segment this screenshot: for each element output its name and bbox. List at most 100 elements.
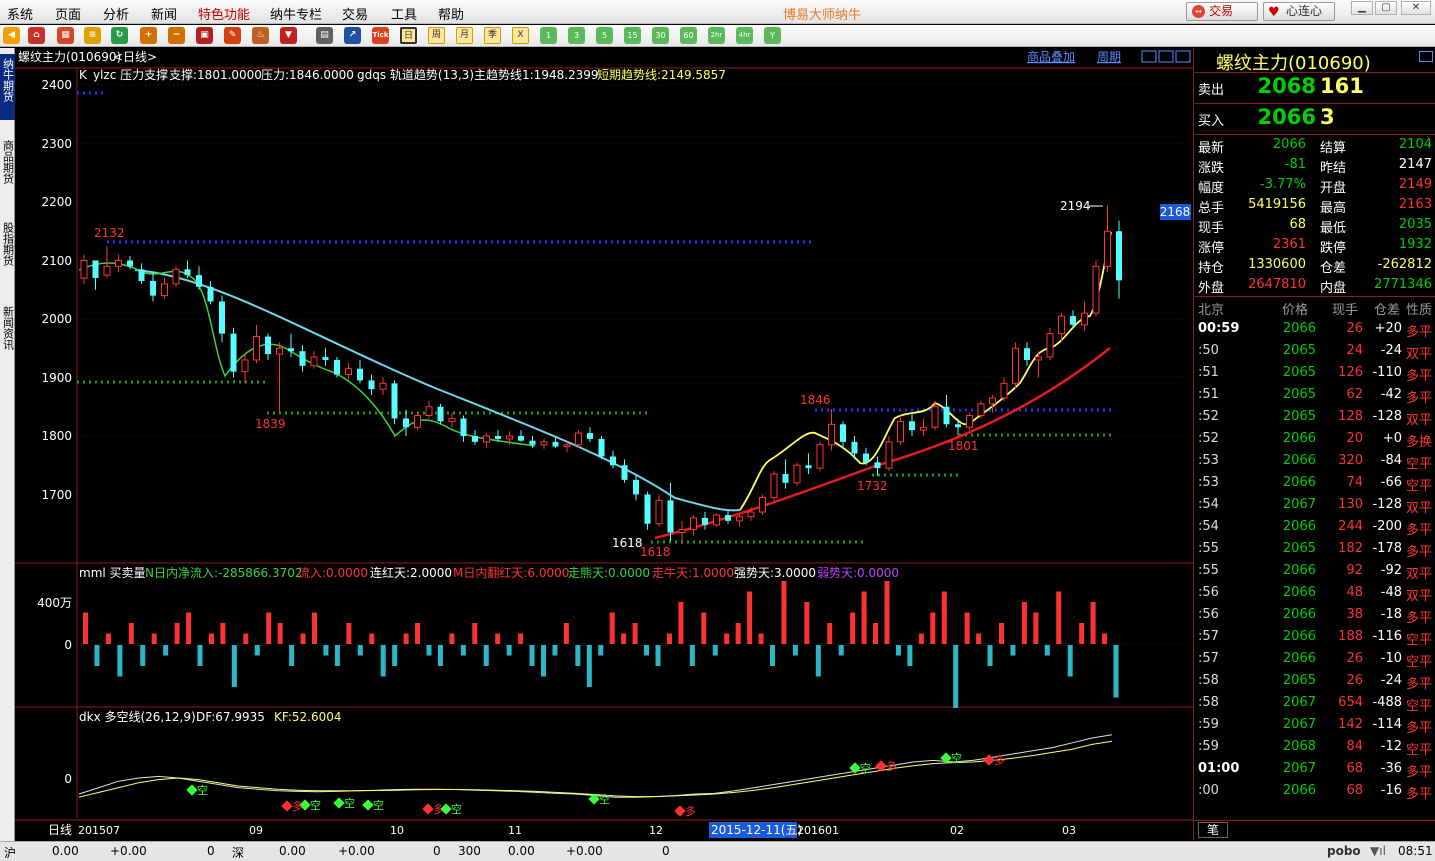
trade-button[interactable]: ↔ 交易 bbox=[1186, 2, 1258, 21]
menu-help[interactable]: 帮助 bbox=[438, 4, 464, 23]
home-icon[interactable]: ⌂ bbox=[28, 27, 45, 44]
filter-icon[interactable]: ▼ bbox=[280, 27, 297, 44]
candle-body bbox=[563, 444, 571, 448]
tick-oi: -48 bbox=[1380, 585, 1402, 600]
tick-volume: 128 bbox=[1338, 409, 1363, 424]
min30-icon[interactable]: 30 bbox=[652, 27, 669, 44]
table-icon[interactable]: ▤ bbox=[316, 27, 333, 44]
volume-bar bbox=[518, 633, 524, 644]
tick-oi: -114 bbox=[1372, 717, 1402, 732]
tick-oi: -128 bbox=[1372, 497, 1402, 512]
tick-time: :52 bbox=[1198, 431, 1219, 446]
tick-icon[interactable]: Tick bbox=[372, 27, 389, 44]
min3-icon[interactable]: 3 bbox=[568, 27, 585, 44]
volume-bar bbox=[930, 612, 936, 644]
menu-trade[interactable]: 交易 bbox=[342, 4, 368, 23]
candle-body bbox=[989, 397, 996, 405]
chart-area[interactable]: 螺纹主力(010690) <日线> 商品叠加 周期 K ylzc 压力支撑 支撑… bbox=[15, 48, 1193, 840]
candle-body bbox=[379, 382, 387, 390]
calendar-icon[interactable]: ▦ bbox=[57, 27, 74, 44]
candle-body bbox=[506, 435, 513, 440]
tick-row: :51 2065 126 -110 多平 bbox=[1194, 362, 1435, 384]
period-month-icon[interactable]: 月 bbox=[456, 27, 473, 44]
volume-bar bbox=[804, 602, 810, 644]
overlay-commodity-button[interactable]: 商品叠加 bbox=[1027, 49, 1075, 64]
chart-svg[interactable]: 螺纹主力(010690) <日线> 商品叠加 周期 K ylzc 压力支撑 支撑… bbox=[15, 48, 1193, 840]
stamp-icon[interactable]: ♨ bbox=[252, 27, 269, 44]
volume-bar bbox=[472, 623, 478, 644]
connect-button[interactable]: ♥ 心连心 bbox=[1263, 2, 1335, 21]
volume-bar bbox=[506, 645, 512, 656]
sidebar-tab-commodity-futures[interactable]: 商品期货 bbox=[0, 134, 15, 200]
sidebar-tab-naniu-futures[interactable]: 纳牛期货 bbox=[0, 54, 15, 120]
menu-tools[interactable]: 工具 bbox=[391, 4, 417, 23]
tick-oi: -488 bbox=[1372, 695, 1402, 710]
sz-value4: 300 bbox=[458, 844, 481, 858]
menu-page[interactable]: 页面 bbox=[55, 4, 81, 23]
candle-body bbox=[909, 421, 915, 431]
expand-left-icon[interactable] bbox=[1141, 50, 1157, 63]
volume-bar bbox=[1033, 612, 1039, 644]
volume-bar bbox=[941, 591, 947, 644]
dkx-signal-label: 空 bbox=[373, 798, 384, 812]
vol-legend-zouniu: 走牛天:1.0000 bbox=[652, 565, 734, 580]
candle-body bbox=[403, 418, 409, 428]
min15-icon[interactable]: 15 bbox=[624, 27, 641, 44]
window-icon[interactable]: ▣ bbox=[196, 27, 213, 44]
tick-oi: -116 bbox=[1372, 629, 1402, 644]
volume-bar bbox=[403, 633, 409, 644]
y-tick-2300: 2300 bbox=[41, 137, 72, 151]
min1-icon[interactable]: 1 bbox=[540, 27, 557, 44]
candle-body bbox=[1081, 312, 1088, 326]
trade-button-label: 交易 bbox=[1209, 4, 1234, 18]
draw-pen-icon[interactable]: ✎ bbox=[224, 27, 241, 44]
period-day-icon[interactable]: 日 bbox=[400, 27, 417, 44]
stat-value: 5419156 bbox=[1248, 197, 1306, 212]
dkx-signal-label: 空 bbox=[310, 798, 321, 812]
period-multi-icon[interactable]: X bbox=[512, 27, 529, 44]
menu-special-features[interactable]: 特色功能 bbox=[198, 4, 250, 23]
sidebar-tab-index-futures[interactable]: 股指期货 bbox=[0, 216, 15, 282]
volume-bar bbox=[1056, 591, 1062, 644]
candle-body bbox=[357, 368, 363, 381]
fullscreen-icon[interactable] bbox=[1175, 50, 1191, 63]
menu-naniu-column[interactable]: 纳牛专栏 bbox=[270, 4, 322, 23]
close-button[interactable]: ✕ bbox=[1401, 1, 1431, 15]
period-week-icon[interactable]: 周 bbox=[428, 27, 445, 44]
dkx-signal-label: 多 bbox=[994, 753, 1005, 767]
refresh-icon[interactable]: ↻ bbox=[111, 27, 128, 44]
tick-type: 双平 bbox=[1406, 501, 1433, 516]
period-quarter-icon[interactable]: 季 bbox=[484, 27, 501, 44]
list-icon[interactable]: ≡ bbox=[84, 27, 101, 44]
volume-bar bbox=[678, 602, 684, 644]
min5-icon[interactable]: 5 bbox=[596, 27, 613, 44]
menu-system[interactable]: 系统 bbox=[7, 4, 33, 23]
zoom-in-icon[interactable]: + bbox=[140, 27, 157, 44]
tick-bottom-tab[interactable]: 笔 bbox=[1198, 822, 1228, 838]
candle-body bbox=[103, 265, 111, 276]
stat-label: 涨停 bbox=[1198, 241, 1225, 256]
tick-price: 2066 bbox=[1282, 453, 1316, 468]
buy-volume: 3 bbox=[1320, 105, 1335, 129]
minimize-button[interactable]: ▁ bbox=[1351, 1, 1373, 15]
tick-type: 双平 bbox=[1406, 589, 1433, 604]
chart-line-icon[interactable]: ↗ bbox=[344, 27, 361, 44]
zoom-out-icon[interactable]: − bbox=[168, 27, 185, 44]
menu-news[interactable]: 新闻 bbox=[151, 4, 177, 23]
candle-body bbox=[1058, 315, 1065, 335]
hour2-icon[interactable]: 2hr bbox=[708, 27, 725, 44]
maximize-button[interactable]: ▢ bbox=[1375, 1, 1397, 15]
hour4-icon[interactable]: 4hr bbox=[736, 27, 753, 44]
volume-bar bbox=[437, 645, 443, 666]
instrument-title: 螺纹主力(010690) bbox=[18, 50, 121, 64]
year-icon[interactable]: Y bbox=[764, 27, 781, 44]
expand-right-icon[interactable] bbox=[1158, 50, 1174, 63]
menu-analysis[interactable]: 分析 bbox=[103, 4, 129, 23]
min60-icon[interactable]: 60 bbox=[680, 27, 697, 44]
sidebar-tab-news[interactable]: 新闻资讯 bbox=[0, 300, 15, 366]
period-button[interactable]: 周期 bbox=[1097, 50, 1121, 64]
tick-price: 2065 bbox=[1282, 343, 1316, 358]
quote-panel-toggle-icon[interactable] bbox=[1419, 51, 1433, 62]
volume-bar bbox=[907, 645, 913, 666]
back-icon[interactable]: ◀ bbox=[3, 27, 20, 44]
